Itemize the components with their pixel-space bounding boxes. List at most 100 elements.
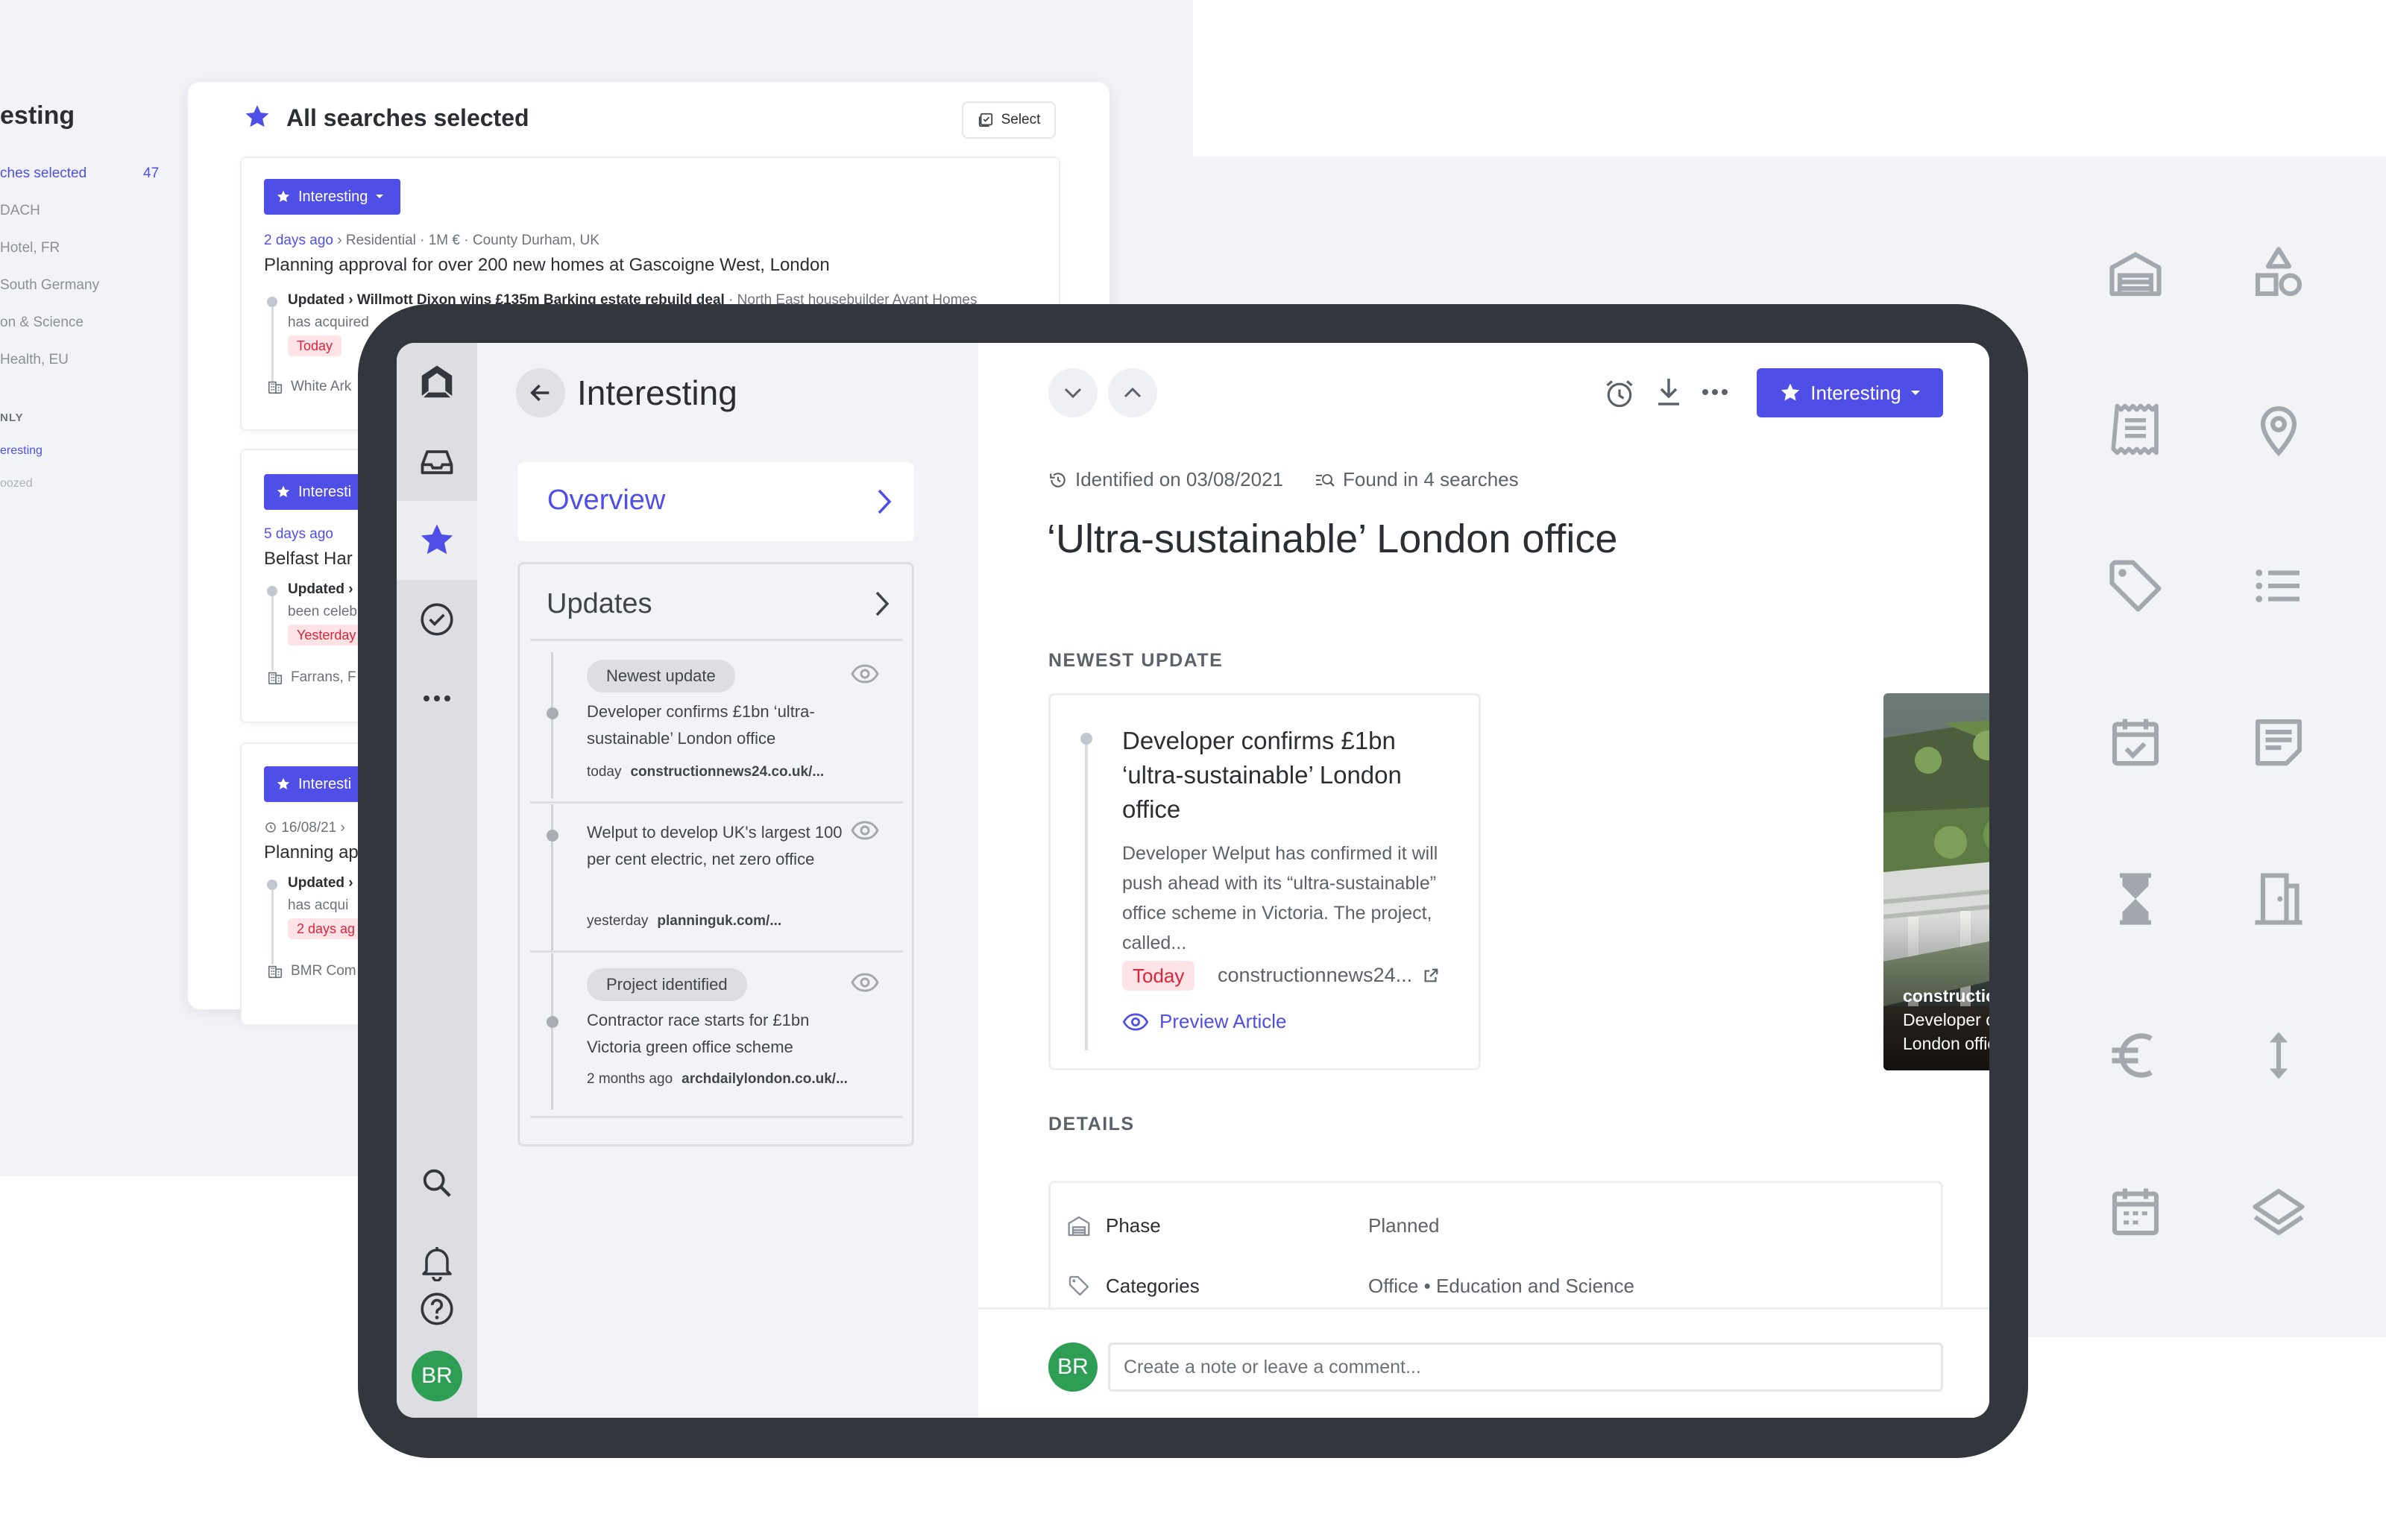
update-item[interactable]: Welput to develop UK's largest 100 per c… xyxy=(530,804,903,950)
result-org: BMR Com xyxy=(267,963,356,979)
caret-down-icon xyxy=(376,195,384,198)
chevron-right-icon xyxy=(878,489,892,514)
detail-panel: Interesting Identified on 03/08/2021 Fou… xyxy=(978,343,1989,1418)
timeline-dot xyxy=(267,880,277,890)
app-logo[interactable] xyxy=(397,343,477,422)
eye-icon[interactable] xyxy=(851,973,879,992)
badge-label: Interesti xyxy=(298,775,352,792)
warehouse-icon xyxy=(1068,1216,1090,1236)
comment-input[interactable] xyxy=(1108,1342,1943,1392)
newest-update-card[interactable]: Developer confirms £1bn ‘ultra-sustainab… xyxy=(1048,693,1481,1070)
result-org: Farrans, F xyxy=(267,669,356,686)
update-meta: 2 months ago archdailylondon.co.uk/... xyxy=(587,1071,848,1087)
arrow-left-icon xyxy=(530,384,550,402)
chevron-right-icon[interactable] xyxy=(873,590,891,618)
history-icon xyxy=(265,822,276,833)
background-card-title: All searches selected xyxy=(286,104,529,131)
timeline-line xyxy=(271,596,274,671)
middle-column: Interesting Overview Updates Newest upda… xyxy=(477,343,978,1418)
nav-inbox[interactable] xyxy=(397,422,477,501)
status-label: Interesting xyxy=(1810,381,1901,404)
star-icon xyxy=(277,777,290,789)
result-update: Updated › xyxy=(288,875,353,891)
download-icon[interactable] xyxy=(1654,376,1684,408)
star-icon xyxy=(421,524,453,555)
background-list-item[interactable]: on & Science xyxy=(0,315,84,331)
nav-search[interactable] xyxy=(397,1143,477,1222)
article-photo[interactable]: constructionnews24.co.uk/... Developer c… xyxy=(1883,693,1989,1070)
more-icon[interactable] xyxy=(1702,388,1728,397)
background-list-item[interactable]: South Germany xyxy=(0,277,99,294)
update-item[interactable]: Newest update Developer confirms £1bn ‘u… xyxy=(530,652,903,798)
result-title: Planning approval for over 200 new homes… xyxy=(264,255,830,275)
note-icon xyxy=(2247,711,2310,774)
age-badge: 2 days ag xyxy=(288,918,365,939)
alarm-icon[interactable] xyxy=(1603,377,1636,410)
building-icon xyxy=(268,965,283,979)
divider xyxy=(530,1116,903,1118)
update-meta: today constructionnews24.co.uk/... xyxy=(587,764,825,780)
next-item-button[interactable] xyxy=(1048,368,1098,417)
background-list-subitem[interactable]: eresting xyxy=(0,444,43,458)
age-badge: Yesterday xyxy=(288,625,365,646)
overview-label: Overview xyxy=(547,485,666,516)
previous-item-button[interactable] xyxy=(1108,368,1157,417)
nav-done[interactable] xyxy=(397,580,477,659)
detail-value: Planned xyxy=(1368,1214,1440,1237)
back-button[interactable] xyxy=(516,368,565,417)
age-badge: Today xyxy=(1122,961,1195,991)
divider xyxy=(530,639,903,641)
badge-label: Interesting xyxy=(298,188,368,205)
column-title: Interesting xyxy=(577,373,737,412)
user-avatar[interactable]: BR xyxy=(412,1351,462,1401)
select-button[interactable]: Select xyxy=(962,101,1056,139)
star-icon xyxy=(1781,383,1800,401)
nav-help[interactable] xyxy=(397,1287,477,1331)
divider xyxy=(530,950,903,953)
interesting-badge[interactable]: Interesti xyxy=(264,766,368,802)
result-meta: 2 days ago › Residential · 1M € · County… xyxy=(264,233,599,248)
nav-more[interactable] xyxy=(397,659,477,738)
detail-value: Office • Education and Science xyxy=(1368,1274,1634,1297)
select-label: Select xyxy=(1001,112,1041,127)
interesting-badge[interactable]: Interesti xyxy=(264,474,368,510)
updates-header[interactable]: Updates xyxy=(547,588,652,620)
result-org: White Ark xyxy=(267,379,351,395)
history-icon xyxy=(1050,472,1065,487)
background-list-item[interactable]: DACH xyxy=(0,203,40,219)
update-item[interactable]: Project identified Contractor race start… xyxy=(530,953,903,1117)
tag-icon xyxy=(2104,555,2167,617)
warehouse-icon xyxy=(2104,242,2167,304)
update-source-link[interactable]: constructionnews24... xyxy=(1218,964,1439,987)
result-title: Planning ap xyxy=(264,842,359,862)
detail-row: Categories Office • Education and Scienc… xyxy=(1067,1274,1634,1298)
nav-interesting[interactable] xyxy=(397,501,477,580)
result-update-line2: has acqui xyxy=(288,897,349,913)
detail-key: Categories xyxy=(1106,1274,1200,1297)
preview-article-link[interactable]: Preview Article xyxy=(1122,1010,1287,1033)
timeline-dot xyxy=(547,1016,558,1028)
caret-down-icon xyxy=(1910,390,1920,395)
background-list-section: NLY xyxy=(0,411,24,424)
interesting-status-button[interactable]: Interesting xyxy=(1757,368,1943,417)
chevron-down-icon xyxy=(1064,388,1082,399)
background-list-item[interactable]: ches selected xyxy=(0,165,86,182)
timeline-line xyxy=(551,953,553,1110)
overview-button[interactable]: Overview xyxy=(517,462,914,541)
timeline-line xyxy=(271,307,274,382)
background-list-subitem[interactable]: oozed xyxy=(0,477,33,490)
background-list-item[interactable]: Health, EU xyxy=(0,352,69,368)
page-title: ‘Ultra-sustainable’ London office xyxy=(1047,517,1618,561)
updates-panel: Updates Newest update Developer confirms… xyxy=(517,562,914,1146)
update-title: Developer confirms £1bn ‘ultra-sustainab… xyxy=(1122,727,1402,823)
timeline-dot xyxy=(267,297,277,307)
star-icon xyxy=(277,190,290,202)
hourglass-icon xyxy=(2104,868,2167,930)
comment-bar: BR xyxy=(978,1307,1989,1418)
eye-icon[interactable] xyxy=(851,664,879,684)
timeline-dot xyxy=(547,830,558,842)
background-list-item[interactable]: Hotel, FR xyxy=(0,240,60,256)
timeline-line xyxy=(271,890,274,965)
nav-rail: BR xyxy=(397,343,477,1418)
interesting-badge[interactable]: Interesting xyxy=(264,179,401,215)
